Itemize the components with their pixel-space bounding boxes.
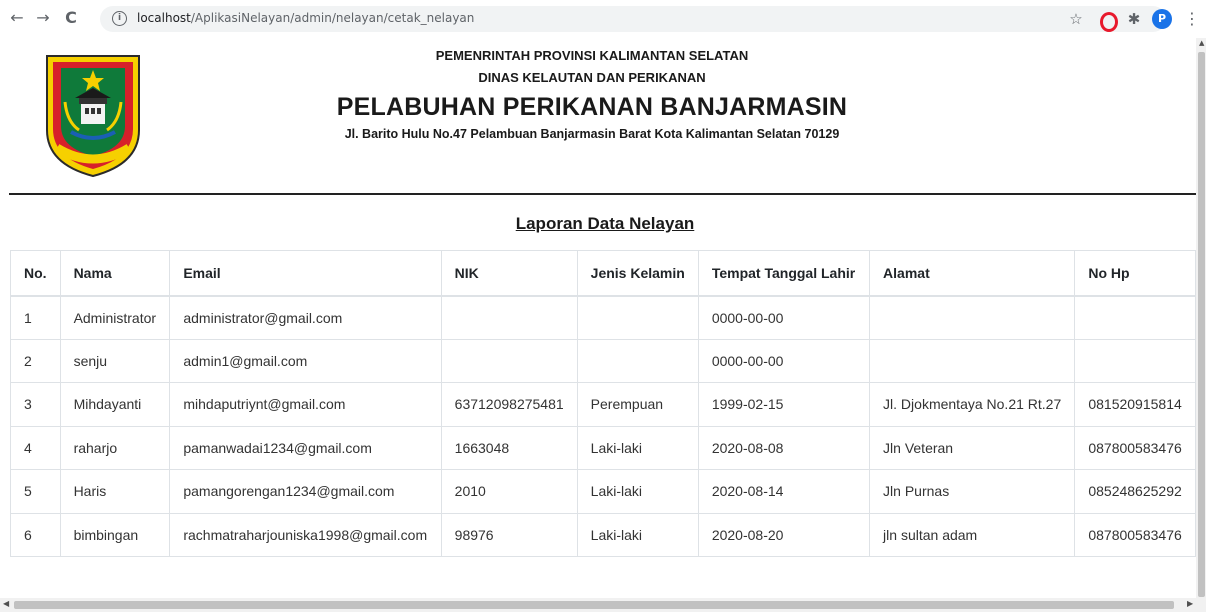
report-title: Laporan Data Nelayan: [515, 214, 695, 233]
reload-icon[interactable]: C: [62, 9, 80, 27]
cell-no: 2: [10, 338, 61, 383]
cell-no: 5: [10, 469, 61, 514]
letterhead-address: Jl. Barito Hulu No.47 Pelambuan Banjarma…: [344, 127, 840, 141]
letterhead-institution: PELABUHAN PERIKANAN BANJARMASIN: [336, 93, 848, 121]
cell-jenis-kelamin: Perempuan: [576, 382, 699, 427]
cell-jenis-kelamin: Laki-laki: [576, 425, 699, 470]
opera-icon[interactable]: [1096, 9, 1118, 32]
cell-nik: [440, 295, 578, 340]
cell-no-hp: 081520915814: [1074, 382, 1196, 427]
cell-no-hp: 087800583476: [1074, 425, 1196, 470]
cell-ttl: 2020-08-14: [697, 469, 871, 514]
column-header-no-hp: No Hp: [1074, 250, 1196, 297]
cell-alamat: Jln Veteran: [869, 425, 1076, 470]
url-text[interactable]: localhost/AplikasiNelayan/admin/nelayan/…: [137, 11, 474, 25]
browser-toolbar: ← → C i localhost/AplikasiNelayan/admin/…: [0, 0, 1206, 38]
cell-jenis-kelamin: [576, 295, 699, 340]
cell-ttl: 1999-02-15: [697, 382, 871, 427]
cell-nik: 1663048: [440, 425, 578, 470]
column-header-jenis-kelamin: Jenis Kelamin: [576, 250, 699, 297]
table-body: 1 Administrator administrator@gmail.com …: [10, 295, 1196, 557]
puzzle-icon[interactable]: ✱: [1124, 9, 1144, 29]
table-row: 2 senju admin1@gmail.com 0000-00-00: [10, 338, 1196, 383]
cell-nik: 98976: [440, 512, 578, 557]
cell-alamat: Jln Purnas: [869, 469, 1076, 514]
back-arrow-icon[interactable]: ←: [8, 9, 26, 27]
vertical-scrollbar-thumb[interactable]: [1198, 52, 1205, 597]
avatar[interactable]: P: [1152, 9, 1172, 29]
scroll-right-arrow-icon[interactable]: ▶: [1187, 599, 1193, 608]
table-row: 1 Administrator administrator@gmail.com …: [10, 295, 1196, 340]
url-host: localhost: [137, 11, 191, 25]
table-header-row: No. Nama Email NIK Jenis Kelamin Tempat …: [10, 250, 1196, 297]
column-header-alamat: Alamat: [869, 250, 1076, 297]
cell-alamat: [869, 338, 1076, 383]
url-path: /AplikasiNelayan/admin/nelayan/cetak_nel…: [190, 11, 475, 25]
horizontal-scrollbar-thumb[interactable]: [14, 601, 1174, 609]
letterhead-divider: [9, 193, 1196, 195]
scroll-up-arrow-icon[interactable]: ▲: [1199, 39, 1204, 47]
letterhead: PEMENRINTAH PROVINSI KALIMANTAN SELATAN …: [268, 46, 916, 143]
kebab-menu-icon[interactable]: ⋮: [1182, 9, 1202, 29]
fishermen-table: No. Nama Email NIK Jenis Kelamin Tempat …: [10, 250, 1196, 557]
letterhead-department: DINAS KELAUTAN DAN PERIKANAN: [478, 70, 706, 85]
cell-nik: 63712098275481: [440, 382, 578, 427]
cell-no: 4: [10, 425, 61, 470]
cell-nama: senju: [59, 338, 171, 383]
cell-alamat: jln sultan adam: [869, 512, 1076, 557]
cell-email: administrator@gmail.com: [169, 295, 442, 340]
cell-nama: Haris: [59, 469, 171, 514]
table-row: 4 raharjo pamanwadai1234@gmail.com 16630…: [10, 425, 1196, 470]
cell-no-hp: 087800583476: [1074, 512, 1196, 557]
column-header-email: Email: [169, 250, 442, 297]
column-header-no: No.: [10, 250, 61, 297]
cell-ttl: 0000-00-00: [697, 338, 871, 383]
column-header-nik: NIK: [440, 250, 578, 297]
cell-email: rachmatraharjouniska1998@gmail.com: [169, 512, 442, 557]
cell-email: pamangorengan1234@gmail.com: [169, 469, 442, 514]
cell-no: 3: [10, 382, 61, 427]
cell-ttl: 0000-00-00: [697, 295, 871, 340]
table-row: 3 Mihdayanti mihdaputriynt@gmail.com 637…: [10, 382, 1196, 427]
cell-nama: raharjo: [59, 425, 171, 470]
cell-alamat: Jl. Djokmentaya No.21 Rt.27: [869, 382, 1076, 427]
cell-ttl: 2020-08-20: [697, 512, 871, 557]
cell-no: 1: [10, 295, 61, 340]
cell-alamat: [869, 295, 1076, 340]
cell-no-hp: [1074, 295, 1196, 340]
cell-nama: Administrator: [59, 295, 171, 340]
cell-jenis-kelamin: Laki-laki: [576, 512, 699, 557]
cell-ttl: 2020-08-08: [697, 425, 871, 470]
letterhead-government: PEMENRINTAH PROVINSI KALIMANTAN SELATAN: [435, 48, 749, 63]
star-icon[interactable]: ☆: [1066, 9, 1086, 29]
cell-nik: 2010: [440, 469, 578, 514]
cell-nama: bimbingan: [59, 512, 171, 557]
table-row: 5 Haris pamangorengan1234@gmail.com 2010…: [10, 469, 1196, 514]
cell-jenis-kelamin: Laki-laki: [576, 469, 699, 514]
cell-nama: Mihdayanti: [59, 382, 171, 427]
scroll-left-arrow-icon[interactable]: ◀: [3, 599, 9, 608]
cell-no-hp: 085248625292: [1074, 469, 1196, 514]
province-crest-logo: [46, 55, 140, 178]
print-page: PEMENRINTAH PROVINSI KALIMANTAN SELATAN …: [0, 38, 1196, 598]
cell-no-hp: [1074, 338, 1196, 383]
cell-no: 6: [10, 512, 61, 557]
column-header-ttl: Tempat Tanggal Lahir: [697, 250, 871, 297]
cell-email: admin1@gmail.com: [169, 338, 442, 383]
table-row: 6 bimbingan rachmatraharjouniska1998@gma…: [10, 512, 1196, 557]
cell-jenis-kelamin: [576, 338, 699, 383]
info-icon[interactable]: i: [112, 11, 127, 26]
cell-email: pamanwadai1234@gmail.com: [169, 425, 442, 470]
column-header-nama: Nama: [59, 250, 171, 297]
forward-arrow-icon[interactable]: →: [34, 9, 52, 27]
cell-email: mihdaputriynt@gmail.com: [169, 382, 442, 427]
cell-nik: [440, 338, 578, 383]
